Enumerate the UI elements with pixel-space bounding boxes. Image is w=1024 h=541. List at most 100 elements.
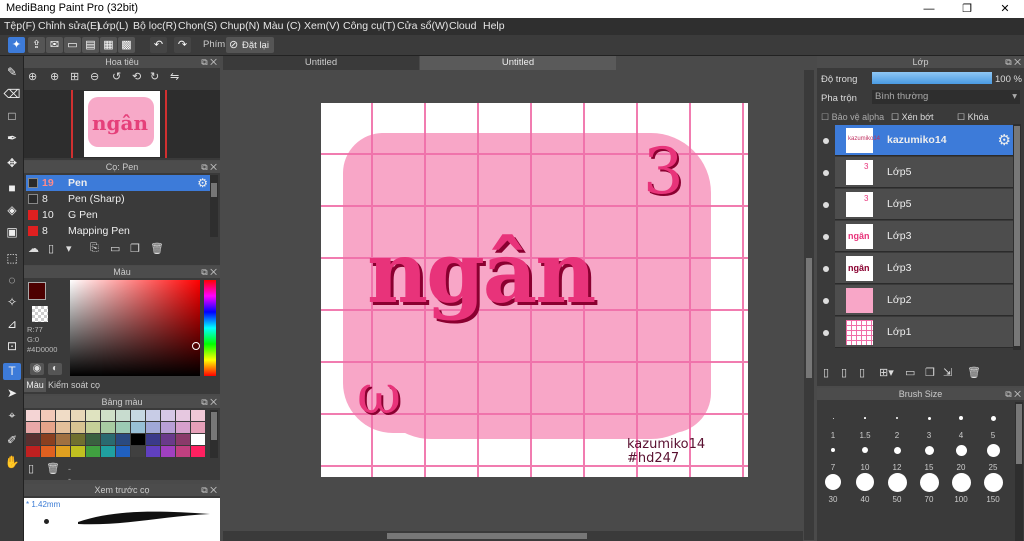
new-layer-icon[interactable]: ▯ <box>823 366 829 379</box>
hue-slider[interactable] <box>204 280 216 376</box>
layer-row[interactable]: ngân Lớp3 <box>835 221 1013 252</box>
palette-swatch[interactable] <box>56 410 70 421</box>
palette-swatch[interactable] <box>131 434 145 445</box>
blend-select[interactable]: Bình thường ▾ <box>872 90 1020 104</box>
panel-close-icon[interactable]: ⧉ ✕ <box>201 484 217 496</box>
canvas-hscrollbar[interactable] <box>223 531 803 541</box>
maximize-button[interactable]: ❐ <box>948 0 986 18</box>
zoom-plus-icon[interactable]: ⊕ <box>50 70 59 83</box>
brush-size-dot[interactable] <box>896 417 898 419</box>
artwork-canvas[interactable]: ngân 3 ω kazumiko14 #hd247 <box>321 103 748 477</box>
rotate-left-icon[interactable]: ↺ <box>112 70 121 83</box>
brush-size-dot[interactable] <box>864 417 866 419</box>
layer-row[interactable]: 3 Lớp5 <box>835 157 1013 188</box>
palette-swatch[interactable] <box>116 434 130 445</box>
background-color[interactable] <box>32 306 48 322</box>
grid-icon[interactable]: ▩ <box>118 37 135 53</box>
palette-swatch[interactable] <box>86 446 100 457</box>
palette-swatch[interactable] <box>146 410 160 421</box>
palette-swatch[interactable] <box>86 410 100 421</box>
palette-swatch[interactable] <box>116 446 130 457</box>
palette-swatch[interactable] <box>176 422 190 433</box>
text-tool-icon[interactable]: T <box>3 363 21 380</box>
hand-tool-icon[interactable]: ✋ <box>3 454 21 471</box>
brush-item[interactable]: 19 Pen ⚙ <box>26 175 210 191</box>
select-rect-tool-icon[interactable]: ⬚ <box>3 250 21 267</box>
brush-size-scrollbar[interactable] <box>1015 402 1023 541</box>
visibility-dot[interactable] <box>823 234 829 240</box>
folder-icon[interactable]: ▭ <box>905 366 915 379</box>
palette-grid[interactable] <box>26 410 206 458</box>
saturation-picker[interactable] <box>70 280 200 376</box>
brush-size-dot[interactable] <box>887 472 907 492</box>
palette-swatch[interactable] <box>41 422 55 433</box>
palette-swatch[interactable] <box>176 434 190 445</box>
comment-icon[interactable]: ✉ <box>46 37 63 53</box>
palette-swatch[interactable] <box>101 446 115 457</box>
palette-swatch[interactable] <box>161 434 175 445</box>
eraser-tool-icon[interactable]: ⌫ <box>3 86 21 103</box>
tab-untitled-1[interactable]: Untitled <box>223 56 419 70</box>
layers-scrollbar[interactable] <box>1013 124 1021 350</box>
brush-size-dot[interactable] <box>986 443 1000 457</box>
add-brush-icon[interactable]: ▾ <box>66 242 72 255</box>
brush-size-dot[interactable] <box>951 472 971 492</box>
layer-row[interactable]: 3 Lớp5 <box>835 189 1013 220</box>
copy-brush-icon[interactable]: ⎘ <box>90 242 99 255</box>
menu-select[interactable]: Chọn(S) <box>178 20 217 32</box>
zoom-out-icon[interactable]: ⊖ <box>90 70 99 83</box>
folder-icon[interactable]: ▭ <box>110 242 120 255</box>
menu-window[interactable]: Cửa sổ(W) <box>397 20 448 32</box>
duplicate-icon[interactable]: ❐ <box>925 366 935 379</box>
menu-color[interactable]: Màu (C) <box>263 20 301 32</box>
palette-swatch[interactable] <box>146 434 160 445</box>
redo-icon[interactable]: ↷ <box>174 37 191 53</box>
navigator-preview[interactable]: ngân <box>24 90 220 158</box>
palette-swatch[interactable] <box>161 446 175 457</box>
palette-swatch[interactable] <box>71 446 85 457</box>
reset-view-icon[interactable]: ⟲ <box>132 70 141 83</box>
palette-scrollbar[interactable] <box>210 410 218 458</box>
brush-size-dot[interactable] <box>919 472 939 492</box>
brush-size-dot[interactable] <box>990 415 996 421</box>
sync-icon[interactable]: ✦ <box>8 37 25 53</box>
palette-swatch[interactable] <box>161 422 175 433</box>
visibility-dot[interactable] <box>823 138 829 144</box>
reset-button[interactable]: ⊘ Đặt lại <box>226 37 274 53</box>
palette-swatch[interactable] <box>26 422 40 433</box>
brush-size-dot[interactable] <box>955 444 967 456</box>
brush-tool-icon[interactable]: ✎ <box>3 64 21 81</box>
panel-close-icon[interactable]: ⧉ ✕ <box>1005 388 1021 400</box>
brush-scrollbar[interactable] <box>210 175 218 237</box>
palette-swatch[interactable] <box>41 410 55 421</box>
operation-tool-icon[interactable]: ➤ <box>3 385 21 402</box>
menu-capture[interactable]: Chụp(N) <box>220 20 260 32</box>
protect-alpha-checkbox[interactable]: ☐ Bảo vệ alpha <box>821 112 884 123</box>
palette-swatch[interactable] <box>71 434 85 445</box>
palette-swatch[interactable] <box>56 434 70 445</box>
rectangle-tool-icon[interactable]: □ <box>3 108 21 125</box>
cloud-brush-icon[interactable]: ☁ <box>28 242 39 255</box>
visibility-dot[interactable] <box>823 330 829 336</box>
brush-item[interactable]: 8 Pen (Sharp) <box>26 191 210 207</box>
minimize-button[interactable]: — <box>910 0 948 18</box>
opacity-slider[interactable] <box>872 72 992 84</box>
layer-row[interactable]: Lớp2 <box>835 285 1013 316</box>
new-palette-icon[interactable]: ▯ <box>28 462 34 475</box>
palette-swatch[interactable] <box>131 446 145 457</box>
trash-icon[interactable]: 🗑 <box>46 462 60 475</box>
palette-swatch[interactable] <box>71 410 85 421</box>
magic-wand-tool-icon[interactable]: ✧ <box>3 294 21 311</box>
palette-swatch[interactable] <box>176 410 190 421</box>
palette-swatch[interactable] <box>176 446 190 457</box>
palette-swatch[interactable] <box>146 422 160 433</box>
palette-swatch[interactable] <box>41 446 55 457</box>
layer-row[interactable]: Lớp1 <box>835 317 1013 348</box>
palette-swatch[interactable] <box>56 422 70 433</box>
brush-size-dot[interactable] <box>983 472 1003 492</box>
palette-swatch[interactable] <box>191 422 205 433</box>
move-tool-icon[interactable]: ✥ <box>3 155 21 172</box>
palette-swatch[interactable] <box>161 410 175 421</box>
tab-color[interactable]: Màu <box>24 378 46 392</box>
menu-file[interactable]: Tệp(F) <box>4 20 36 32</box>
